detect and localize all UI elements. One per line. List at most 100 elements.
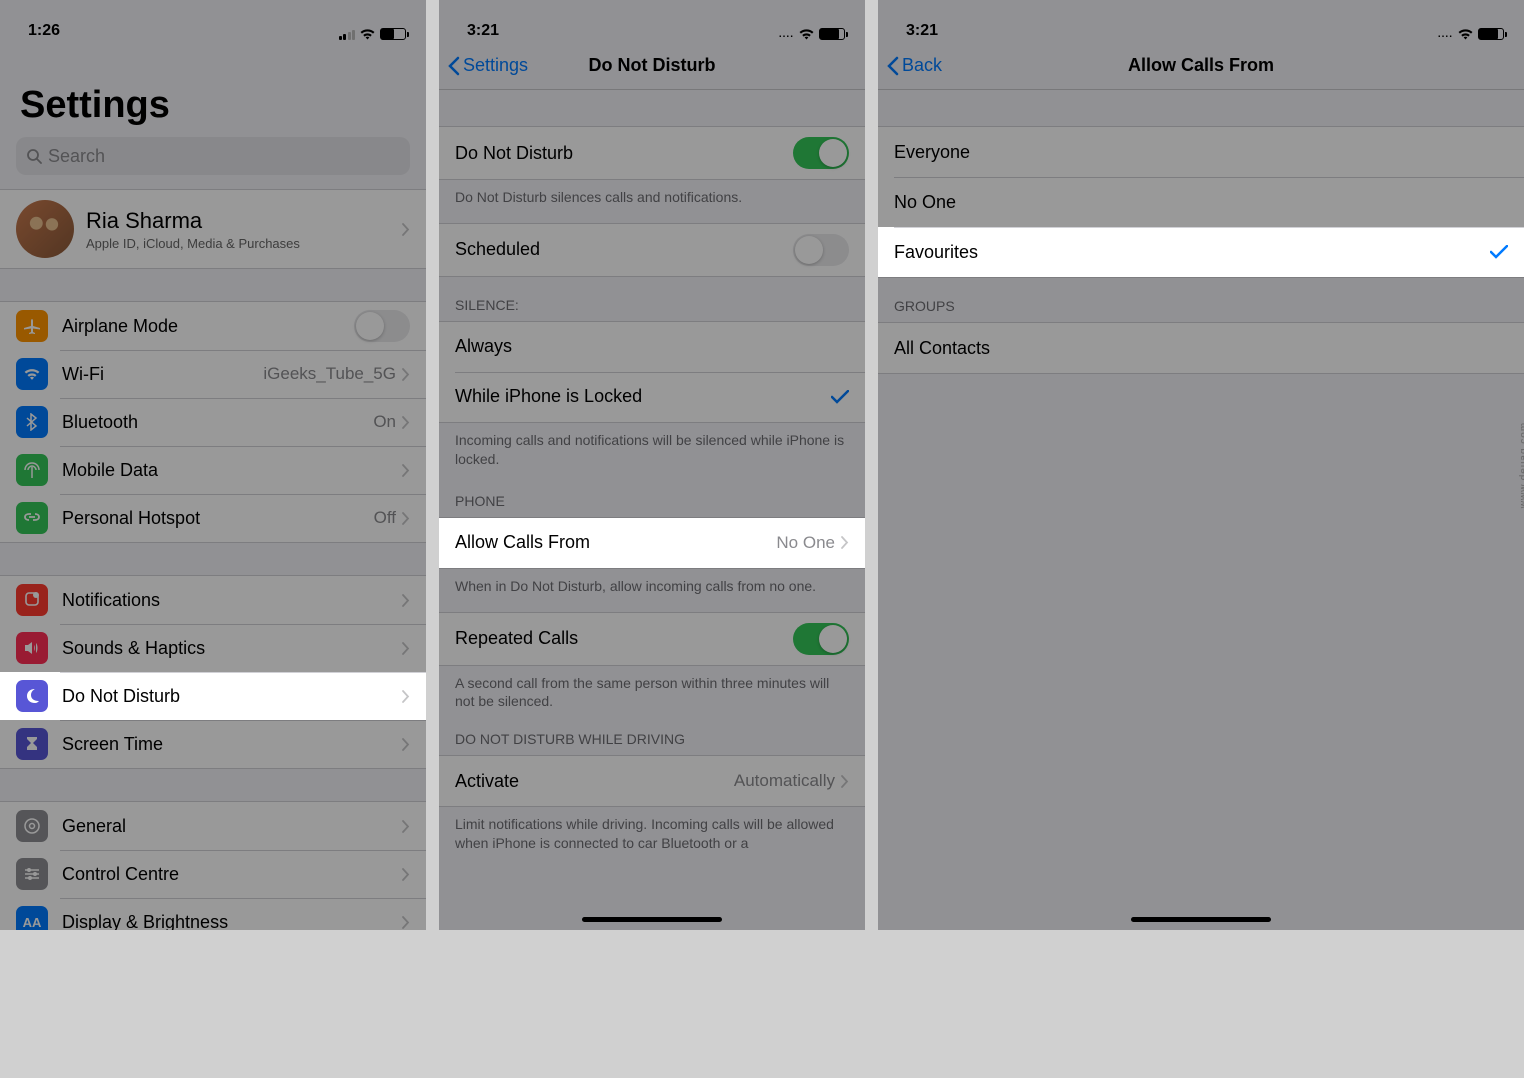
phone-allow-calls: 3:21 .... Back Allow Calls From Everyone… bbox=[878, 0, 1524, 930]
wifi-icon bbox=[1457, 28, 1474, 40]
phone-settings: 1:26 Settings Search Ria Sharma Apple ID… bbox=[0, 0, 426, 930]
search-icon bbox=[26, 148, 42, 164]
profile-name: Ria Sharma bbox=[86, 208, 300, 234]
battery-icon bbox=[819, 28, 845, 40]
link-icon bbox=[16, 502, 48, 534]
home-indicator[interactable] bbox=[1131, 917, 1271, 922]
row-label: Control Centre bbox=[62, 864, 179, 885]
battery-icon bbox=[380, 28, 406, 40]
nav-title: Do Not Disturb bbox=[589, 55, 716, 76]
control-centre-row[interactable]: Control Centre bbox=[0, 850, 426, 898]
apple-id-row[interactable]: Ria Sharma Apple ID, iCloud, Media & Pur… bbox=[0, 190, 426, 268]
option-favourites[interactable]: Favourites bbox=[878, 227, 1524, 277]
row-label: Favourites bbox=[894, 242, 978, 263]
chevron-right-icon bbox=[402, 868, 410, 881]
wifi-row[interactable]: Wi-Fi iGeeks_Tube_5G bbox=[0, 350, 426, 398]
chevron-right-icon bbox=[402, 690, 410, 703]
notifications-group: Notifications Sounds & Haptics Do Not Di… bbox=[0, 575, 426, 769]
chevron-left-icon bbox=[447, 56, 461, 76]
moon-icon bbox=[16, 680, 48, 712]
group-all-contacts[interactable]: All Contacts bbox=[878, 323, 1524, 373]
back-button[interactable]: Settings bbox=[447, 55, 528, 76]
groups-header: GROUPS bbox=[878, 278, 1524, 322]
row-label: Always bbox=[455, 336, 512, 357]
status-bar: 3:21 .... bbox=[878, 0, 1524, 42]
row-label: Airplane Mode bbox=[62, 316, 178, 337]
option-no-one[interactable]: No One bbox=[878, 177, 1524, 227]
row-label: No One bbox=[894, 192, 956, 213]
row-label: Repeated Calls bbox=[455, 628, 578, 649]
back-label: Settings bbox=[463, 55, 528, 76]
nav-title: Allow Calls From bbox=[1128, 55, 1274, 76]
row-value: On bbox=[373, 412, 396, 432]
chevron-right-icon bbox=[841, 536, 849, 549]
row-label: Activate bbox=[455, 771, 519, 792]
general-group: General Control Centre AA Display & Brig… bbox=[0, 801, 426, 930]
avatar bbox=[16, 200, 74, 258]
status-time: 3:21 bbox=[906, 22, 938, 40]
checkmark-icon bbox=[831, 390, 849, 404]
sounds-row[interactable]: Sounds & Haptics bbox=[0, 624, 426, 672]
row-value: Automatically bbox=[734, 771, 835, 791]
scheduled-row[interactable]: Scheduled bbox=[439, 224, 865, 276]
allow-calls-from-row[interactable]: Allow Calls From No One bbox=[439, 518, 865, 568]
driving-header: DO NOT DISTURB WHILE DRIVING bbox=[439, 727, 865, 755]
phone-header: PHONE bbox=[439, 485, 865, 517]
row-value: Off bbox=[374, 508, 396, 528]
chevron-right-icon bbox=[402, 416, 410, 429]
notifications-row[interactable]: Notifications bbox=[0, 576, 426, 624]
bluetooth-row[interactable]: Bluetooth On bbox=[0, 398, 426, 446]
row-label: Wi-Fi bbox=[62, 364, 104, 385]
back-label: Back bbox=[902, 55, 942, 76]
row-label: Do Not Disturb bbox=[62, 686, 180, 707]
chevron-right-icon bbox=[402, 916, 410, 929]
scheduled-toggle[interactable] bbox=[793, 234, 849, 266]
home-indicator[interactable] bbox=[582, 917, 722, 922]
silence-locked-row[interactable]: While iPhone is Locked bbox=[439, 372, 865, 422]
do-not-disturb-row[interactable]: Do Not Disturb bbox=[0, 672, 426, 720]
cellular-icon bbox=[339, 28, 356, 40]
row-label: Sounds & Haptics bbox=[62, 638, 205, 659]
checkmark-icon bbox=[1490, 245, 1508, 259]
chevron-right-icon bbox=[402, 223, 410, 236]
airplane-mode-row[interactable]: Airplane Mode bbox=[0, 302, 426, 350]
row-label: Personal Hotspot bbox=[62, 508, 200, 529]
row-label: Scheduled bbox=[455, 239, 540, 260]
chevron-right-icon bbox=[402, 368, 410, 381]
search-input[interactable]: Search bbox=[16, 137, 410, 175]
status-icons: .... bbox=[779, 28, 845, 40]
navbar: Settings Do Not Disturb bbox=[439, 42, 865, 90]
chevron-right-icon bbox=[402, 820, 410, 833]
antenna-icon bbox=[16, 454, 48, 486]
speaker-icon bbox=[16, 632, 48, 664]
row-value: iGeeks_Tube_5G bbox=[263, 364, 396, 384]
display-brightness-row[interactable]: AA Display & Brightness bbox=[0, 898, 426, 930]
silence-footer: Incoming calls and notifications will be… bbox=[439, 423, 865, 485]
phone-dnd: 3:21 .... Settings Do Not Disturb Do Not… bbox=[439, 0, 865, 930]
chevron-right-icon bbox=[402, 464, 410, 477]
repeated-calls-row[interactable]: Repeated Calls bbox=[439, 613, 865, 665]
row-label: Notifications bbox=[62, 590, 160, 611]
bluetooth-icon bbox=[16, 406, 48, 438]
airplane-toggle[interactable] bbox=[354, 310, 410, 342]
gear-icon bbox=[16, 810, 48, 842]
activate-row[interactable]: Activate Automatically bbox=[439, 756, 865, 806]
back-button[interactable]: Back bbox=[886, 55, 942, 76]
screen-time-row[interactable]: Screen Time bbox=[0, 720, 426, 768]
status-icons bbox=[339, 28, 407, 40]
mobile-data-row[interactable]: Mobile Data bbox=[0, 446, 426, 494]
repeated-toggle[interactable] bbox=[793, 623, 849, 655]
dnd-toggle-row[interactable]: Do Not Disturb bbox=[439, 127, 865, 179]
hotspot-row[interactable]: Personal Hotspot Off bbox=[0, 494, 426, 542]
dnd-toggle[interactable] bbox=[793, 137, 849, 169]
row-label: Bluetooth bbox=[62, 412, 138, 433]
wifi-icon bbox=[359, 28, 376, 40]
sliders-icon bbox=[16, 858, 48, 890]
chevron-left-icon bbox=[886, 56, 900, 76]
silence-always-row[interactable]: Always bbox=[439, 322, 865, 372]
general-row[interactable]: General bbox=[0, 802, 426, 850]
silence-header: SILENCE: bbox=[439, 277, 865, 321]
wifi-icon bbox=[798, 28, 815, 40]
activate-footer: Limit notifications while driving. Incom… bbox=[439, 807, 865, 869]
option-everyone[interactable]: Everyone bbox=[878, 127, 1524, 177]
